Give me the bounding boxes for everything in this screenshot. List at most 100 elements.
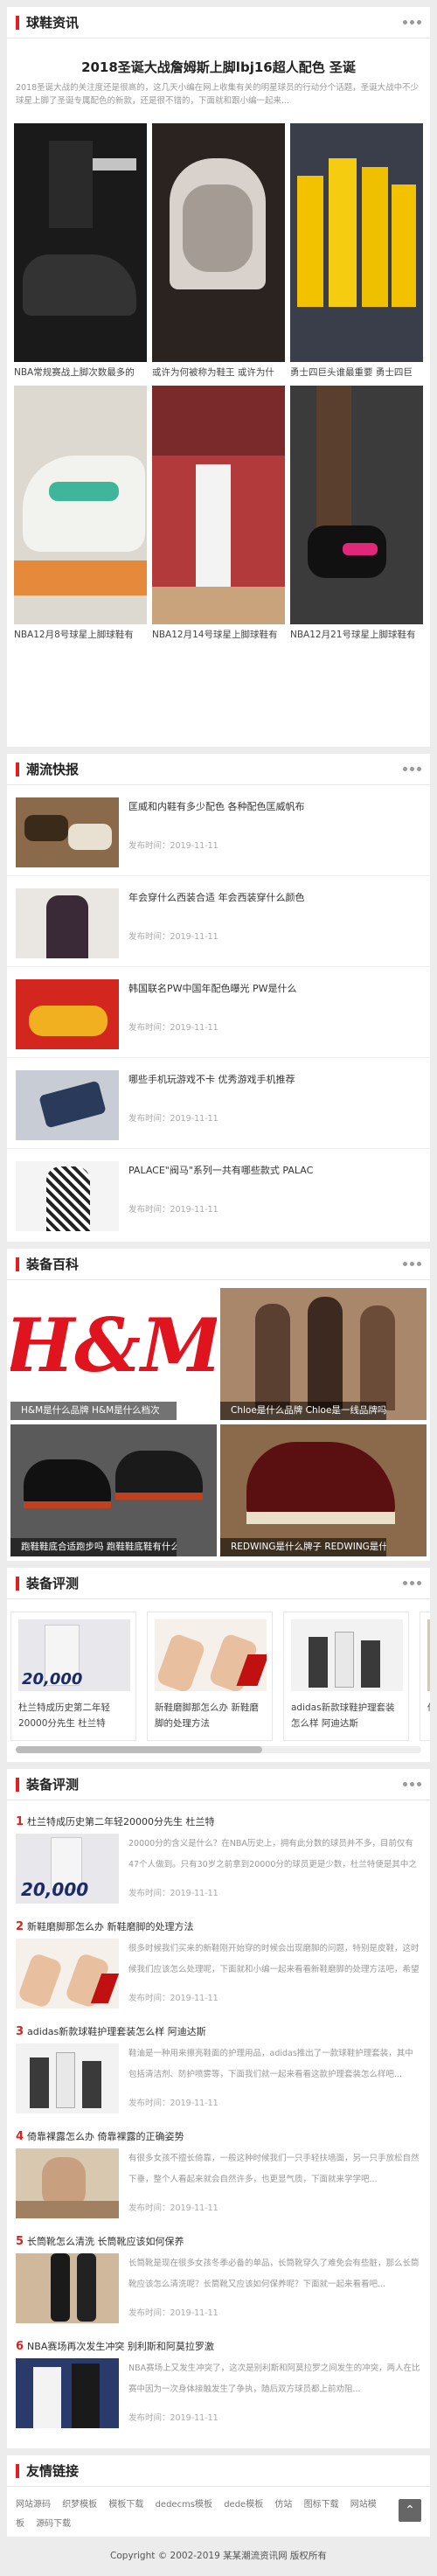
review-title: 3 adidas新款球鞋护理套装怎么样 阿迪达斯 xyxy=(16,2025,206,2038)
review-thumbnail xyxy=(16,2253,119,2323)
friend-link[interactable]: dedecms模板 xyxy=(156,2500,212,2510)
review-thumbnail xyxy=(16,2358,119,2428)
section-header: 装备评测 xyxy=(7,1568,430,1599)
scrollbar-thumb[interactable] xyxy=(16,1746,262,1753)
carousel-item[interactable]: 20,000 杜兰特成历史第二年轻20000分先生 杜兰特 xyxy=(10,1612,136,1741)
section-header: 装备百科 xyxy=(7,1249,430,1280)
section-gear-reviews: 装备评测 1 杜兰特成历史第二年轻20000分先生 杜兰特 20,000 2000… xyxy=(7,1769,430,2448)
news-thumbnail xyxy=(16,1070,119,1140)
more-icon[interactable] xyxy=(403,1581,421,1585)
section-accent-bar xyxy=(16,1257,19,1271)
review-date: 发布时间：2019-11-11 xyxy=(128,1889,218,1898)
players-photo xyxy=(290,123,423,362)
news-title: 年会穿什么西装合适 年会西装穿什么颜色 xyxy=(128,892,305,903)
friend-link[interactable]: 织梦模板 xyxy=(62,2500,97,2510)
carousel-item[interactable]: 新鞋磨脚那怎么办 新鞋磨脚的处理方法 xyxy=(147,1612,273,1741)
section-encyclopedia: 装备百科 H&M H&M是什么品牌 H&M是什么档次 Chloe是什么品牌 Ch… xyxy=(7,1249,430,1561)
news-date: 发布时间：2019-11-11 xyxy=(128,932,218,942)
news-date: 发布时间：2019-11-11 xyxy=(128,841,218,851)
footer-copyright: Copyright © 2002-2019 某某潮流资讯网 版权所有 xyxy=(110,2551,327,2561)
news-item[interactable]: 哪些手机玩游戏不卡 优秀游戏手机推荐 发布时间：2019-11-11 xyxy=(7,1058,430,1149)
carousel-image: 20,000 xyxy=(18,1619,130,1691)
grid-caption: NBA常规赛战上脚次数最多的 xyxy=(14,367,135,378)
section-accent-bar xyxy=(16,1576,19,1591)
news-date: 发布时间：2019-11-11 xyxy=(128,1205,218,1215)
grid-item[interactable]: NBA12月8号球星上脚球鞋有 xyxy=(14,386,147,645)
grid-caption: NBA12月14号球星上脚球鞋有 xyxy=(152,630,278,640)
news-date: 发布时间：2019-11-11 xyxy=(128,1114,218,1124)
sneaker-photo xyxy=(290,386,423,624)
news-thumbnail xyxy=(16,797,119,867)
news-thumbnail xyxy=(16,979,119,1049)
carousel-image xyxy=(291,1619,403,1691)
review-title: 5 长筒靴怎么清洗 长筒靴应该如何保养 xyxy=(16,2235,184,2248)
friend-link[interactable]: 源码下载 xyxy=(36,2519,71,2529)
review-thumbnail xyxy=(16,2148,119,2218)
section-header: 球鞋资讯 xyxy=(7,7,430,38)
featured-headline[interactable]: 2018圣诞大战詹姆斯上脚lbj16超人配色 圣诞 xyxy=(7,38,430,81)
review-date: 发布时间：2019-11-11 xyxy=(128,2204,218,2213)
grid-item[interactable]: NBA12月14号球星上脚球鞋有 xyxy=(152,386,285,645)
grid-item[interactable]: 或许为何被称为鞋王 或许为什 xyxy=(152,123,285,383)
back-to-top-icon[interactable]: ⌃ xyxy=(399,2499,421,2522)
review-date: 发布时间：2019-11-11 xyxy=(128,2308,218,2318)
featured-lead: 2018圣诞大战的关注度还是很高的，这几天小编在网上收集有关的明星球员的行动分个… xyxy=(16,83,420,106)
carousel-caption: adidas新款球鞋护理套装怎么样 阿迪达斯 xyxy=(291,1702,395,1729)
carousel-item[interactable]: adidas新款球鞋护理套装怎么样 阿迪达斯 xyxy=(283,1612,409,1741)
more-icon[interactable] xyxy=(403,20,421,24)
section-friend-links: 友情链接 网站源码 织梦模板 模板下载 dedecms模板 dede模板 仿站 … xyxy=(7,2455,430,2537)
friend-link[interactable]: 网站源码 xyxy=(16,2500,51,2510)
game-photo xyxy=(152,386,285,624)
review-description: 20000分的含义是什么？在NBA历史上，拥有此分数的球员并不多，目前仅有47个… xyxy=(128,1839,417,1869)
friend-link[interactable]: dede模板 xyxy=(224,2500,263,2510)
review-date: 发布时间：2019-11-11 xyxy=(128,1994,218,2003)
carousel-caption: 倚 xyxy=(427,1700,430,1716)
review-rank: 3 xyxy=(16,2025,24,2038)
carousel-item[interactable]: 倚 xyxy=(420,1612,430,1741)
grid-caption: 勇士四巨头谁最重要 勇士四巨 xyxy=(290,367,413,378)
encyclopedia-item[interactable]: REDWING是什么牌子 REDWING是什么 xyxy=(220,1424,427,1556)
news-title: PALACE"阀马"系列一共有哪些款式 PALAC xyxy=(128,1165,314,1176)
encyclopedia-item[interactable]: H&M H&M是什么品牌 H&M是什么档次 xyxy=(10,1288,217,1420)
section-accent-bar xyxy=(16,1777,19,1792)
friend-link[interactable]: 图标下载 xyxy=(304,2500,339,2510)
review-description: 长筒靴是现在很多女孩冬季必备的单品，长筒靴穿久了难免会有些脏，那么长筒靴应该怎么… xyxy=(128,2259,420,2289)
review-description: 有很多女孩不擅长倚靠，一般这种时候我们一只手轻扶墙面，另一只手放松自然下垂，整个… xyxy=(128,2154,420,2184)
friend-link[interactable]: 仿站 xyxy=(274,2500,292,2510)
review-thumbnail xyxy=(16,2043,119,2113)
news-item[interactable]: 韩国联名PW中国年配色曝光 PW是什么 发布时间：2019-11-11 xyxy=(7,967,430,1058)
news-item[interactable]: 匡威和内鞋有多少配色 各种配色匡威帆布 发布时间：2019-11-11 xyxy=(7,785,430,876)
review-rank: 6 xyxy=(16,2340,24,2353)
sneaker-photo xyxy=(152,123,285,362)
sneaker-photo xyxy=(14,123,147,362)
section-title: 装备评测 xyxy=(26,1576,80,1591)
section-accent-bar xyxy=(16,2463,19,2478)
review-rank: 4 xyxy=(16,2130,24,2143)
news-date: 发布时间：2019-11-11 xyxy=(128,1023,218,1033)
encyclopedia-caption: REDWING是什么牌子 REDWING是什么 xyxy=(220,1538,386,1556)
review-description: 很多时候我们买来的新鞋刚开始穿的时候会出现磨脚的问题，特别是皮鞋，这时候我们应该… xyxy=(128,1944,420,1974)
section-title: 友情链接 xyxy=(26,2463,80,2479)
encyclopedia-item[interactable]: Chloe是什么品牌 Chloe是一线品牌吗 xyxy=(220,1288,427,1420)
more-icon[interactable] xyxy=(403,1262,421,1266)
grid-caption: 或许为何被称为鞋王 或许为什 xyxy=(152,367,274,378)
news-item[interactable]: 年会穿什么西装合适 年会西装穿什么颜色 发布时间：2019-11-11 xyxy=(7,876,430,967)
grid-caption: NBA12月8号球星上脚球鞋有 xyxy=(14,630,134,640)
news-title: 哪些手机玩游戏不卡 优秀游戏手机推荐 xyxy=(128,1074,295,1085)
section-header: 友情链接 xyxy=(7,2455,430,2487)
grid-item[interactable]: NBA常规赛战上脚次数最多的 xyxy=(14,123,147,383)
grid-item[interactable]: NBA12月21号球星上脚球鞋有 xyxy=(290,386,423,645)
news-item[interactable]: PALACE"阀马"系列一共有哪些款式 PALAC 发布时间：2019-11-1… xyxy=(7,1149,430,1240)
carousel-scrollbar[interactable] xyxy=(16,1746,421,1753)
grid-caption: NBA12月21号球星上脚球鞋有 xyxy=(290,630,416,640)
encyclopedia-item[interactable]: 跑鞋鞋底合适跑步吗 跑鞋鞋底鞋有什么特 xyxy=(10,1424,217,1556)
more-icon[interactable] xyxy=(403,767,421,771)
more-icon[interactable] xyxy=(403,1782,421,1786)
section-accent-bar xyxy=(16,762,19,776)
review-description: 鞋油是一种用来擦亮鞋面的护理用品，adidas推出了一款球鞋护理套装，其中包括清… xyxy=(128,2049,413,2079)
grid-item[interactable]: 勇士四巨头谁最重要 勇士四巨 xyxy=(290,123,423,383)
review-rank: 1 xyxy=(16,1815,24,1828)
friend-link[interactable]: 模板下载 xyxy=(108,2500,143,2510)
sneaker-photo xyxy=(14,386,147,624)
section-title: 装备百科 xyxy=(26,1257,80,1272)
